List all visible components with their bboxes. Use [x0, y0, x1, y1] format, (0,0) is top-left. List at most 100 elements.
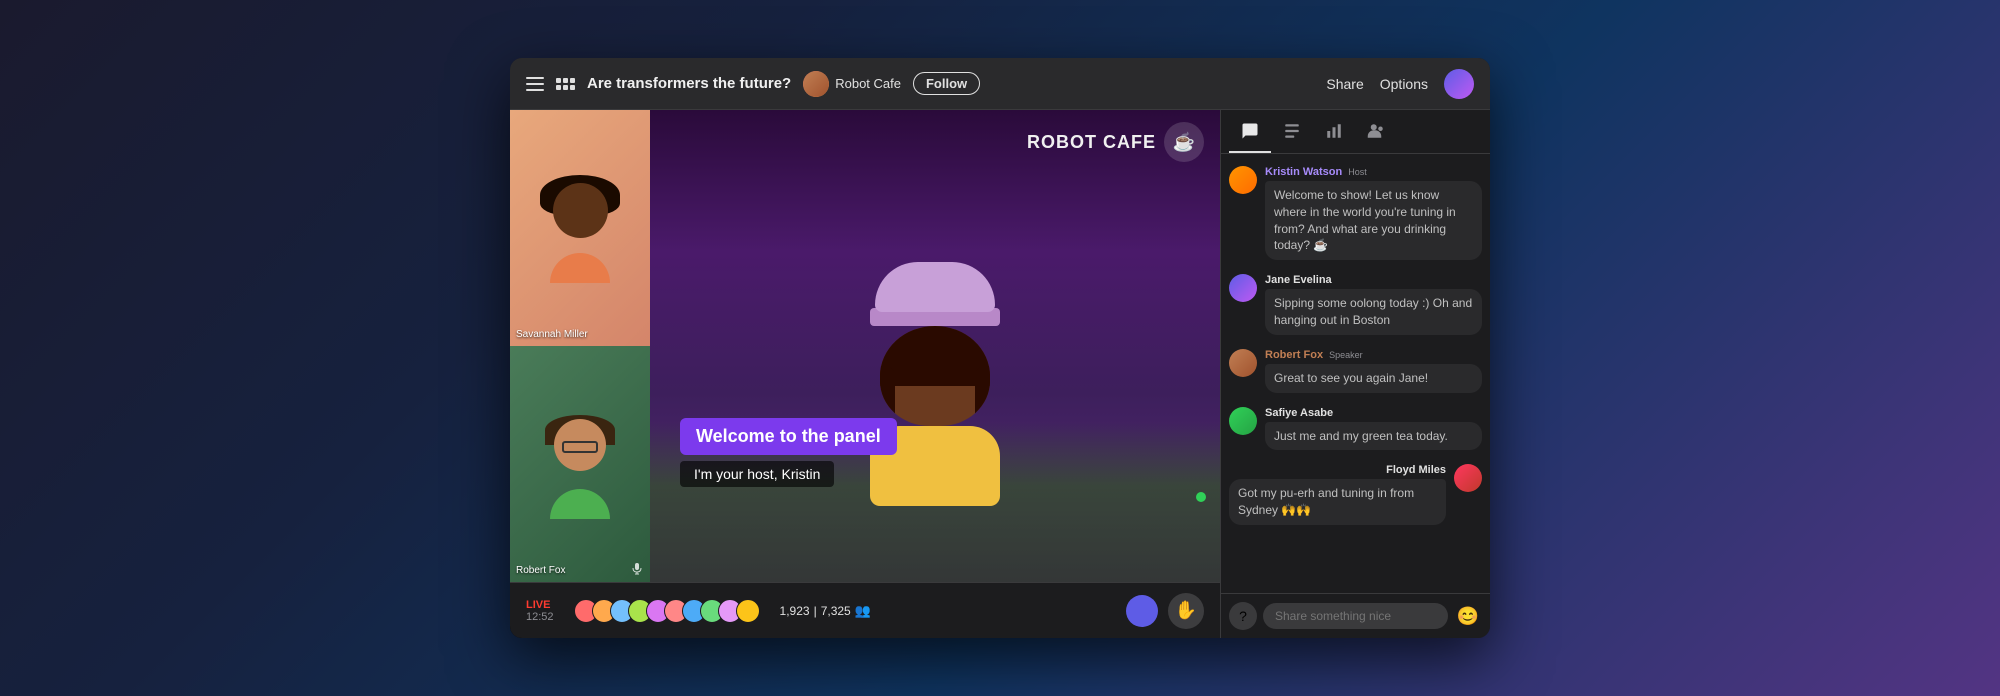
kristin-text: Welcome to show! Let us know where in th… [1265, 181, 1482, 260]
cup-icon: ☕ [1173, 132, 1195, 153]
emoji-button[interactable]: 😊 [1454, 602, 1482, 630]
chat-message-2: Jane Evelina Sipping some oolong today :… [1229, 274, 1482, 335]
main-character [835, 262, 1035, 542]
jane-message-content: Jane Evelina Sipping some oolong today :… [1265, 274, 1482, 335]
chat-input-icon[interactable]: ? [1229, 602, 1257, 630]
chat-message-5: Floyd Miles Got my pu-erh and tuning in … [1229, 464, 1482, 525]
floyd-message-content: Floyd Miles Got my pu-erh and tuning in … [1229, 464, 1446, 525]
divider: | [814, 604, 817, 618]
action-user-avatar[interactable] [1126, 595, 1158, 627]
speakers-tab[interactable] [1355, 110, 1397, 153]
robot-cafe-brand: ROBOT CAFE ☕ [1027, 122, 1204, 162]
chat-input[interactable] [1263, 603, 1448, 629]
stream-title: Are transformers the future? [587, 75, 791, 92]
char-head [880, 326, 990, 426]
robert-label: Robert Fox [516, 565, 565, 576]
safiye-message-content: Safiye Asabe Just me and my green tea to… [1265, 407, 1482, 451]
user-avatar[interactable] [1444, 69, 1474, 99]
chat-tabs [1221, 110, 1490, 154]
jane-name: Jane Evelina [1265, 274, 1332, 286]
host-name[interactable]: Robot Cafe [835, 76, 901, 91]
caption-title: Welcome to the panel [680, 418, 897, 455]
chat-panel: Kristin Watson Host Welcome to show! Let… [1220, 110, 1490, 638]
char-hair-side-right [975, 366, 990, 426]
host-avatar [803, 71, 829, 97]
robert-body [550, 489, 610, 519]
safiye-name: Safiye Asabe [1265, 407, 1333, 419]
emoji-icon: 😊 [1457, 606, 1479, 627]
top-bar-right: Share Options [1326, 69, 1474, 99]
watcher-count-text: 7,325 [821, 604, 851, 618]
share-button[interactable]: Share [1326, 76, 1363, 92]
bottom-actions: ✋ [1126, 593, 1204, 629]
raise-hand-button[interactable]: ✋ [1168, 593, 1204, 629]
mic-icon [630, 562, 644, 576]
chat-message-4: Safiye Asabe Just me and my green tea to… [1229, 407, 1482, 451]
speaker-thumbnails: Savannah Miller [510, 110, 650, 582]
floyd-avatar [1454, 464, 1482, 492]
robert-header: Robert Fox Speaker [1265, 349, 1482, 361]
kristin-message-content: Kristin Watson Host Welcome to show! Let… [1265, 166, 1482, 260]
jane-avatar [1229, 274, 1257, 302]
viewer-avatar-10 [736, 599, 760, 623]
speaker-thumb-savannah[interactable]: Savannah Miller [510, 110, 650, 346]
robert-message-content: Robert Fox Speaker Great to see you agai… [1265, 349, 1482, 393]
live-label: LIVE [526, 599, 550, 611]
safiye-avatar [1229, 407, 1257, 435]
top-bar: Are transformers the future? Robot Cafe … [510, 58, 1490, 110]
char-hat [875, 262, 995, 312]
brand-icon-circle: ☕ [1164, 122, 1204, 162]
savannah-label: Savannah Miller [516, 329, 588, 340]
chat-message-3: Robert Fox Speaker Great to see you agai… [1229, 349, 1482, 393]
video-grid: Savannah Miller [510, 110, 1220, 582]
reactions-tab[interactable] [1271, 110, 1313, 153]
floyd-header: Floyd Miles [1229, 464, 1446, 476]
jane-header: Jane Evelina [1265, 274, 1482, 286]
caption-box: Welcome to the panel I'm your host, Kris… [680, 418, 1190, 487]
kristin-name: Kristin Watson [1265, 166, 1342, 178]
viewer-count-text: 1,923 [780, 604, 810, 618]
people-icon: 👥 [855, 603, 871, 619]
char-hair-side-left [880, 366, 895, 426]
robert-chat-avatar [1229, 349, 1257, 377]
speaker-thumb-robert[interactable]: Robert Fox [510, 346, 650, 582]
brand-text: ROBOT CAFE [1027, 132, 1156, 153]
safiye-text: Just me and my green tea today. [1265, 422, 1482, 451]
chat-message-1: Kristin Watson Host Welcome to show! Let… [1229, 166, 1482, 260]
robert-chat-name: Robert Fox [1265, 349, 1323, 361]
follow-button[interactable]: Follow [913, 72, 980, 95]
caption-subtitle: I'm your host, Kristin [680, 461, 834, 487]
robert-avatar-area [510, 346, 650, 582]
jane-text: Sipping some oolong today :) Oh and hang… [1265, 289, 1482, 335]
grid-icon[interactable] [556, 78, 575, 90]
live-time: 12:52 [526, 611, 554, 623]
host-info: Robot Cafe [803, 71, 901, 97]
floyd-text: Got my pu-erh and tuning in from Sydney … [1229, 479, 1446, 525]
video-area: Savannah Miller [510, 110, 1220, 638]
chat-input-area: ? 😊 [1221, 593, 1490, 638]
viewer-count: 1,923 | 7,325 👥 [780, 603, 871, 619]
main-window: Are transformers the future? Robot Cafe … [510, 58, 1490, 638]
kristin-avatar [1229, 166, 1257, 194]
live-badge: LIVE 12:52 [526, 599, 554, 623]
floyd-name: Floyd Miles [1386, 464, 1446, 476]
options-button[interactable]: Options [1380, 76, 1428, 92]
kristin-header: Kristin Watson Host [1265, 166, 1482, 178]
robert-badge: Speaker [1329, 350, 1363, 360]
question-mark-icon: ? [1239, 608, 1247, 624]
main-speaker-video: ROBOT CAFE ☕ [650, 110, 1220, 582]
top-bar-left: Are transformers the future? Robot Cafe … [526, 71, 1326, 97]
hand-icon: ✋ [1175, 600, 1197, 621]
hamburger-menu-icon[interactable] [526, 77, 544, 91]
viewer-avatars [574, 599, 760, 623]
stats-tab[interactable] [1313, 110, 1355, 153]
robert-head [554, 419, 606, 471]
savannah-avatar [540, 183, 620, 273]
safiye-header: Safiye Asabe [1265, 407, 1482, 419]
avatar-glasses [562, 441, 598, 453]
robert-text: Great to see you again Jane! [1265, 364, 1482, 393]
chat-messages: Kristin Watson Host Welcome to show! Let… [1221, 154, 1490, 593]
avatar-body [550, 253, 610, 283]
chat-tab[interactable] [1229, 110, 1271, 153]
savannah-avatar-area [510, 110, 650, 346]
